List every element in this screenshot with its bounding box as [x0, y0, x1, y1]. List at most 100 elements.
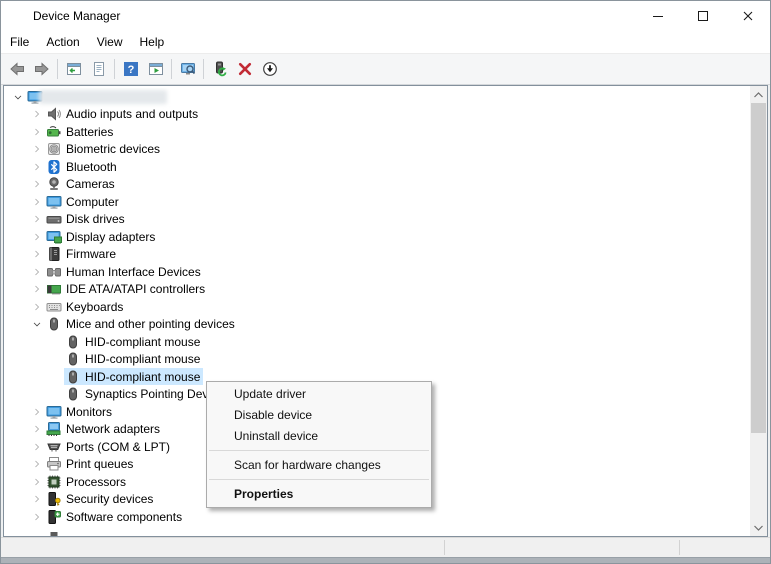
tree-item-label: Batteries	[66, 125, 113, 139]
menu-item-properties[interactable]: Properties	[207, 484, 431, 505]
tree-category-disk-drives[interactable]: Disk drives	[6, 211, 748, 229]
console-tree-icon	[66, 61, 82, 77]
chevron-right-icon[interactable]	[31, 143, 43, 155]
chevron-right-icon[interactable]	[31, 213, 43, 225]
keyboard-icon	[46, 299, 62, 315]
tree-category-cameras[interactable]: Cameras	[6, 176, 748, 194]
toolbar-separator	[171, 59, 172, 79]
context-menu: Update driverDisable deviceUninstall dev…	[206, 381, 432, 508]
chevron-right-icon[interactable]	[31, 126, 43, 138]
chevron-down-icon[interactable]	[31, 318, 43, 330]
chevron-right-icon[interactable]	[31, 108, 43, 120]
chevron-right-icon[interactable]	[31, 248, 43, 260]
menu-view[interactable]: View	[89, 32, 131, 52]
back-button[interactable]	[4, 57, 29, 82]
chevron-right-icon[interactable]	[31, 301, 43, 313]
tree-category-ide-ata-atapi-controllers[interactable]: IDE ATA/ATAPI controllers	[6, 281, 748, 299]
tree-category-software-components[interactable]: Software components	[6, 508, 748, 526]
properties-button[interactable]	[86, 57, 111, 82]
tree-category-firmware[interactable]: Firmware	[6, 246, 748, 264]
tree-category-mice-and-other-pointing-devices[interactable]: Mice and other pointing devices	[6, 316, 748, 334]
tree-category-batteries[interactable]: Batteries	[6, 123, 748, 141]
software-icon	[46, 509, 62, 525]
chevron-right-icon[interactable]	[31, 476, 43, 488]
tree-item-partial[interactable]	[6, 526, 748, 537]
context-menu-separator	[209, 450, 429, 451]
ports-icon	[46, 439, 62, 455]
chevron-right-icon[interactable]	[31, 196, 43, 208]
forward-button[interactable]	[29, 57, 54, 82]
maximize-button[interactable]	[680, 1, 725, 30]
scrollbar-thumb[interactable]	[751, 103, 766, 433]
menu-item-update-driver[interactable]: Update driver	[207, 384, 431, 405]
help-icon: ?	[123, 61, 139, 77]
chevron-right-icon[interactable]	[31, 283, 43, 295]
menu-item-uninstall-device[interactable]: Uninstall device	[207, 426, 431, 447]
tree-item-label: Processors	[66, 475, 126, 489]
chevron-right-icon[interactable]	[31, 161, 43, 173]
chevron-right-icon[interactable]	[31, 441, 43, 453]
tree-item-hid-compliant-mouse[interactable]: HID-compliant mouse	[6, 351, 748, 369]
tree-category-biometric-devices[interactable]: Biometric devices	[6, 141, 748, 159]
update-driver-button[interactable]	[207, 57, 232, 82]
menu-item-scan-for-hardware-changes[interactable]: Scan for hardware changes	[207, 455, 431, 476]
action-pane-button[interactable]	[143, 57, 168, 82]
redacted-computer-name	[39, 90, 167, 104]
tree-category-bluetooth[interactable]: Bluetooth	[6, 158, 748, 176]
mouse-icon	[65, 369, 81, 385]
tree-item-hid-compliant-mouse[interactable]: HID-compliant mouse	[6, 333, 748, 351]
chevron-right-icon[interactable]	[31, 406, 43, 418]
chevron-right-icon[interactable]	[31, 266, 43, 278]
tree-category-display-adapters[interactable]: Display adapters	[6, 228, 748, 246]
tree-category-human-interface-devices[interactable]: Human Interface Devices	[6, 263, 748, 281]
uninstall-device-button[interactable]	[232, 57, 257, 82]
svg-text:?: ?	[127, 64, 134, 76]
tree-item-content: Cameras	[45, 176, 118, 193]
tree-item-content: Keyboards	[45, 298, 126, 315]
tree-item-content: Computer	[45, 193, 122, 210]
chevron-right-icon[interactable]	[31, 511, 43, 523]
tree-category-audio-inputs-and-outputs[interactable]: Audio inputs and outputs	[6, 106, 748, 124]
tree-item-content: Ports (COM & LPT)	[45, 438, 173, 455]
chevron-right-icon[interactable]	[31, 231, 43, 243]
minimize-icon	[650, 8, 666, 24]
tree-item-content: HID-compliant mouse	[64, 368, 203, 385]
show-console-tree-button[interactable]	[61, 57, 86, 82]
device-manager-icon	[10, 8, 26, 24]
minimize-button[interactable]	[635, 1, 680, 30]
tree-item-label: Software components	[66, 510, 182, 524]
menu-action[interactable]: Action	[38, 32, 87, 52]
scroll-down-button[interactable]	[750, 519, 767, 536]
tree-category-keyboards[interactable]: Keyboards	[6, 298, 748, 316]
chevron-right-icon[interactable]	[31, 493, 43, 505]
chevron-right-icon[interactable]	[31, 458, 43, 470]
menu-file[interactable]: File	[2, 32, 37, 52]
arrow-right-icon	[34, 61, 50, 77]
chevron-down-icon[interactable]	[12, 91, 24, 103]
tree-item-label: Biometric devices	[66, 142, 160, 156]
close-button[interactable]	[725, 1, 770, 30]
chevron-spacer	[50, 336, 62, 348]
tree-item-label: Audio inputs and outputs	[66, 107, 198, 121]
scroll-up-button[interactable]	[750, 86, 767, 103]
tree-item-label: Computer	[66, 195, 119, 209]
tree-item-label: IDE ATA/ATAPI controllers	[66, 282, 205, 296]
chevron-right-icon[interactable]	[31, 423, 43, 435]
tree-item-content: Batteries	[45, 123, 116, 140]
tree-item-content	[45, 532, 69, 536]
menu-help[interactable]: Help	[132, 32, 173, 52]
tree-item-label: Bluetooth	[66, 160, 117, 174]
chevron-right-icon[interactable]	[31, 178, 43, 190]
tree-item-label: Synaptics Pointing Device	[85, 387, 224, 401]
tree-item-content: Monitors	[45, 403, 115, 420]
vertical-scrollbar[interactable]	[750, 86, 767, 536]
tree-item-label: Ports (COM & LPT)	[66, 440, 170, 454]
menu-item-disable-device[interactable]: Disable device	[207, 405, 431, 426]
help-button[interactable]: ?	[118, 57, 143, 82]
tree-root[interactable]	[6, 88, 748, 106]
toolbar-separator	[57, 59, 58, 79]
tree-category-computer[interactable]: Computer	[6, 193, 748, 211]
monitor-icon	[46, 404, 62, 420]
disable-device-button[interactable]	[257, 57, 282, 82]
remote-computer-button[interactable]	[175, 57, 200, 82]
